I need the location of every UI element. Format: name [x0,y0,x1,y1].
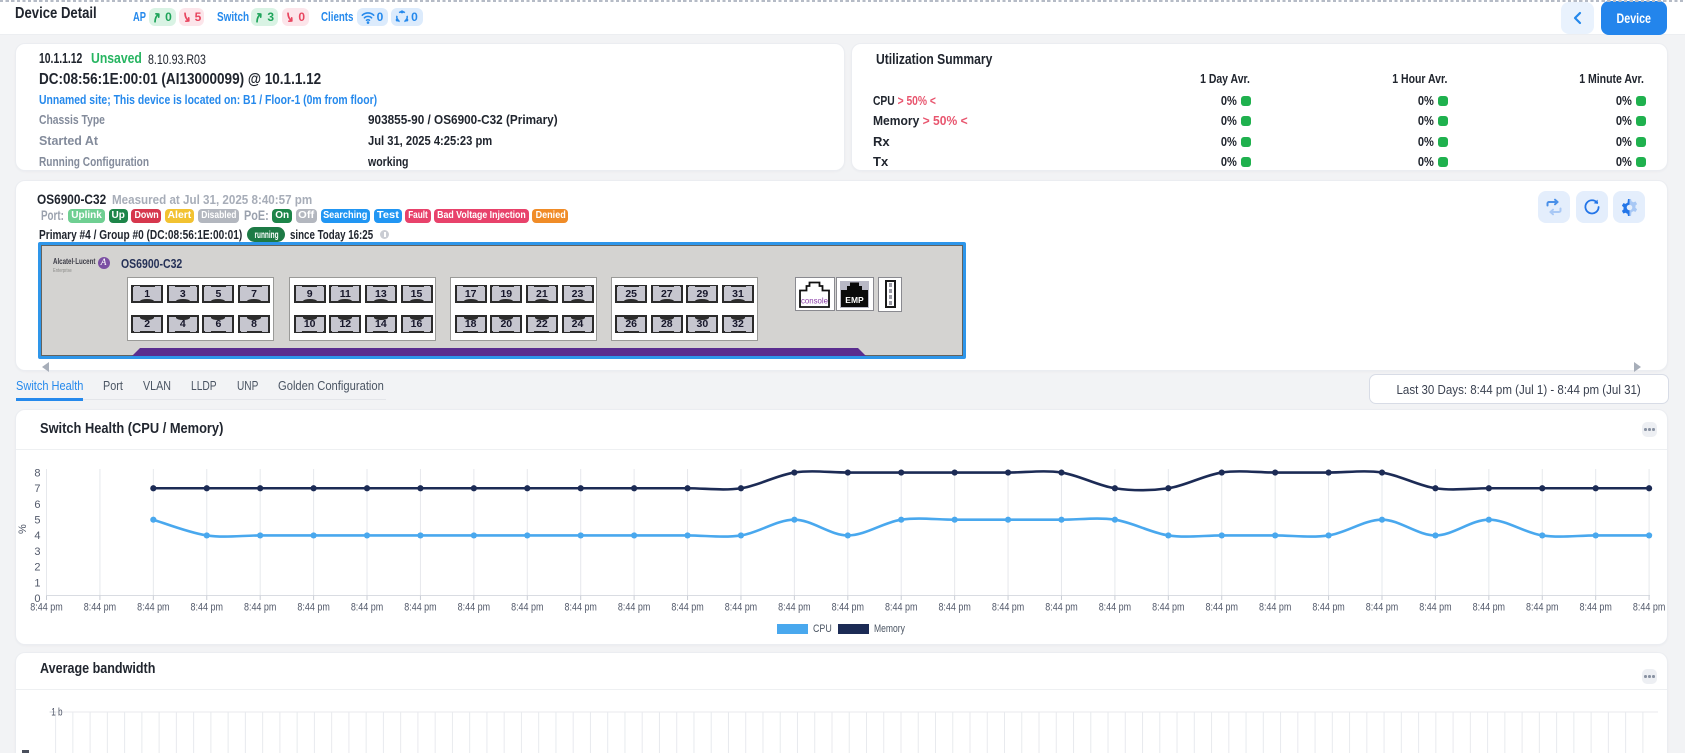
svg-text:console: console [801,296,828,305]
svg-text:8:44 pm: 8:44 pm [191,602,223,614]
svg-text:8:44 pm: 8:44 pm [297,602,329,614]
svg-text:2: 2 [34,562,40,574]
svg-text:8:44 pm: 8:44 pm [832,602,864,614]
svg-text:8:44 pm: 8:44 pm [1419,602,1451,614]
svg-text:7: 7 [34,483,40,495]
svg-text:8:44 pm: 8:44 pm [137,602,169,614]
svg-text:8:44 pm: 8:44 pm [778,602,810,614]
svg-text:8:44 pm: 8:44 pm [404,602,436,614]
svg-text:8:44 pm: 8:44 pm [1473,602,1505,614]
svg-text:8:44 pm: 8:44 pm [565,602,597,614]
svg-text:8:44 pm: 8:44 pm [1045,602,1077,614]
svg-text:EMP: EMP [845,295,864,305]
svg-text:8:44 pm: 8:44 pm [618,602,650,614]
svg-text:8:44 pm: 8:44 pm [1312,602,1344,614]
svg-text:8:44 pm: 8:44 pm [938,602,970,614]
svg-text:8:44 pm: 8:44 pm [1579,602,1611,614]
svg-text:8:44 pm: 8:44 pm [725,602,757,614]
svg-text:8:44 pm: 8:44 pm [1206,602,1238,614]
svg-text:8:44 pm: 8:44 pm [458,602,490,614]
svg-text:8: 8 [34,467,40,479]
svg-text:%: % [17,524,29,534]
svg-text:8:44 pm: 8:44 pm [1633,602,1665,614]
svg-text:8:44 pm: 8:44 pm [351,602,383,614]
svg-text:8:44 pm: 8:44 pm [30,602,62,614]
svg-text:1 b: 1 b [51,707,62,719]
svg-text:8:44 pm: 8:44 pm [885,602,917,614]
svg-text:1: 1 [34,577,40,589]
svg-text:3: 3 [34,546,40,558]
svg-text:8:44 pm: 8:44 pm [671,602,703,614]
svg-text:8:44 pm: 8:44 pm [244,602,276,614]
svg-text:8:44 pm: 8:44 pm [1366,602,1398,614]
svg-text:8:44 pm: 8:44 pm [1526,602,1558,614]
svg-text:8:44 pm: 8:44 pm [511,602,543,614]
svg-text:8:44 pm: 8:44 pm [1099,602,1131,614]
svg-text:8:44 pm: 8:44 pm [84,602,116,614]
svg-text:6: 6 [34,499,40,511]
svg-text:8:44 pm: 8:44 pm [1152,602,1184,614]
svg-text:4: 4 [34,530,40,542]
svg-text:5: 5 [34,515,40,527]
svg-text:8:44 pm: 8:44 pm [1259,602,1291,614]
svg-text:8:44 pm: 8:44 pm [992,602,1024,614]
